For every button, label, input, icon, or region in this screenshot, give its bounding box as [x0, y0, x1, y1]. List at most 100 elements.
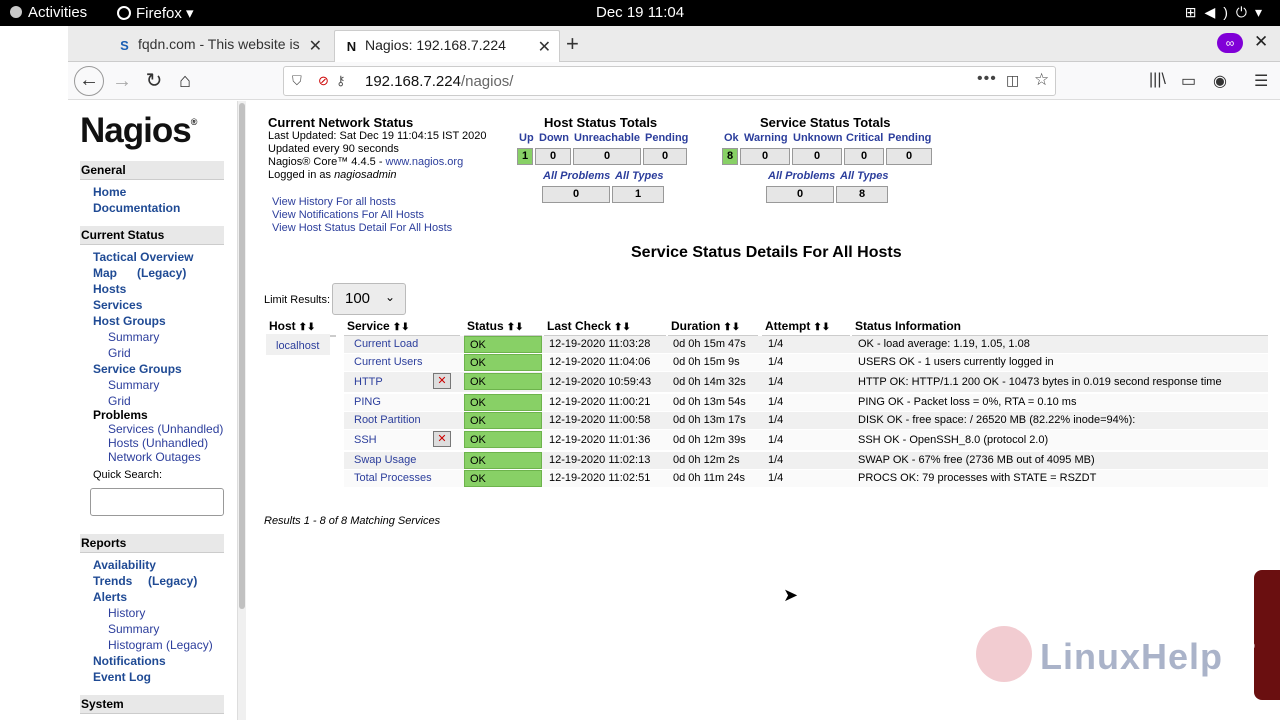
page-actions-icon[interactable]: •••: [977, 70, 997, 88]
nav-alerts-history[interactable]: History: [108, 606, 145, 620]
svc-warning-count[interactable]: 0: [740, 148, 790, 165]
sort-icon[interactable]: ⬆⬇: [813, 322, 830, 333]
problem-services-unhandled[interactable]: Unhandled: [161, 422, 219, 436]
nav-trends[interactable]: Trends: [93, 574, 132, 588]
service-root-partition[interactable]: Root Partition: [354, 414, 421, 426]
clock[interactable]: Dec 19 11:04: [596, 4, 684, 21]
nav-map-legacy[interactable]: (Legacy): [137, 266, 186, 280]
nav-alerts-summary[interactable]: Summary: [108, 622, 159, 636]
close-tab-icon[interactable]: ✕: [538, 37, 551, 57]
nav-documentation[interactable]: Documentation: [93, 201, 180, 215]
sort-icon[interactable]: ⬆⬇: [614, 322, 631, 333]
host-up-label[interactable]: Up: [519, 132, 534, 144]
svc-ok-count[interactable]: 8: [722, 148, 738, 165]
tab-nagios[interactable]: N Nagios: 192.168.7.224 ✕: [334, 30, 560, 62]
quick-search-input[interactable]: [90, 488, 224, 516]
service-ssh[interactable]: SSH: [354, 434, 377, 446]
bookmark-star-icon[interactable]: ☆: [1034, 70, 1049, 90]
nagios-logo[interactable]: Nagios®: [80, 111, 197, 151]
nav-home[interactable]: Home: [93, 185, 126, 199]
svc-pending-count[interactable]: 0: [886, 148, 932, 165]
svc-problems-count[interactable]: 0: [766, 186, 834, 203]
svc-pending-label[interactable]: Pending: [888, 132, 931, 144]
svc-all-problems-label[interactable]: All Problems: [768, 170, 835, 182]
sidebar-toggle-icon[interactable]: ▭: [1181, 71, 1196, 91]
nagios-org-link[interactable]: www.nagios.org: [386, 156, 464, 168]
notifications-disabled-icon[interactable]: ✕: [433, 373, 451, 389]
window-close-icon[interactable]: ✕: [1254, 32, 1268, 52]
link-history[interactable]: View History For all hosts: [272, 196, 396, 208]
host-problems-count[interactable]: 0: [542, 186, 610, 203]
host-all-types-label[interactable]: All Types: [615, 170, 664, 182]
problem-hosts-unhandled[interactable]: Unhandled: [146, 436, 204, 450]
nav-alerts-histogram[interactable]: Histogram (Legacy): [108, 638, 213, 652]
link-host-detail[interactable]: View Host Status Detail For All Hosts: [272, 222, 452, 234]
host-types-count[interactable]: 1: [612, 186, 664, 203]
nav-problem-services[interactable]: Services (Unhandled): [108, 422, 223, 436]
back-icon[interactable]: ←: [74, 66, 104, 96]
sort-icon[interactable]: ⬆⬇: [507, 322, 524, 333]
page-tour-button[interactable]: Page Tour: [1240, 570, 1280, 700]
host-unreachable-label[interactable]: Unreachable: [574, 132, 640, 144]
nav-service-groups[interactable]: Service Groups: [93, 362, 182, 376]
svc-critical-count[interactable]: 0: [844, 148, 884, 165]
tab-fqdn[interactable]: S fqdn.com - This website is ✕: [108, 30, 330, 62]
scrollbar-thumb[interactable]: [239, 103, 245, 609]
svc-all-types-label[interactable]: All Types: [840, 170, 889, 182]
host-all-problems-label[interactable]: All Problems: [543, 170, 610, 182]
nav-hosts[interactable]: Hosts: [93, 282, 126, 296]
service-swap-usage[interactable]: Swap Usage: [354, 454, 416, 466]
forward-icon[interactable]: →: [108, 68, 136, 96]
shield-icon[interactable]: ⛉: [292, 73, 302, 89]
nav-hg-grid[interactable]: Grid: [108, 346, 131, 360]
system-tray[interactable]: ⊞◀)⏻▾: [1185, 4, 1270, 21]
host-up-count[interactable]: 1: [517, 148, 533, 165]
svc-warning-label[interactable]: Warning: [744, 132, 788, 144]
home-icon[interactable]: ⌂: [171, 68, 199, 96]
nav-notifications[interactable]: Notifications: [93, 654, 166, 668]
account-icon[interactable]: ◉: [1213, 71, 1227, 91]
host-pending-label[interactable]: Pending: [645, 132, 688, 144]
close-tab-icon[interactable]: ✕: [309, 36, 322, 56]
svc-unknown-count[interactable]: 0: [792, 148, 842, 165]
link-notifications[interactable]: View Notifications For All Hosts: [272, 209, 424, 221]
host-down-label[interactable]: Down: [539, 132, 569, 144]
nav-tactical-overview[interactable]: Tactical Overview: [93, 250, 194, 264]
svc-ok-label[interactable]: Ok: [724, 132, 739, 144]
hamburger-menu-icon[interactable]: ☰: [1254, 71, 1268, 91]
new-tab-icon[interactable]: +: [566, 31, 579, 57]
notifications-disabled-icon[interactable]: ✕: [433, 431, 451, 447]
nav-event-log[interactable]: Event Log: [93, 670, 151, 684]
service-http[interactable]: HTTP: [354, 376, 383, 388]
service-total-processes[interactable]: Total Processes: [354, 472, 432, 484]
nav-availability[interactable]: Availability: [93, 558, 156, 572]
key-icon[interactable]: ⚷: [336, 73, 346, 89]
sort-icon[interactable]: ⬆⬇: [299, 322, 316, 333]
svc-unknown-label[interactable]: Unknown: [793, 132, 843, 144]
nav-network-outages[interactable]: Network Outages: [108, 450, 201, 464]
url-text[interactable]: 192.168.7.224/nagios/: [365, 73, 513, 90]
svc-types-count[interactable]: 8: [836, 186, 888, 203]
url-bar[interactable]: ⛉ ⊘ ⚷ 192.168.7.224/nagios/ ••• ◫ ☆: [283, 66, 1056, 96]
host-localhost[interactable]: localhost: [266, 334, 330, 355]
nav-sg-grid[interactable]: Grid: [108, 394, 131, 408]
service-current-users[interactable]: Current Users: [354, 356, 422, 368]
nav-alerts[interactable]: Alerts: [93, 590, 127, 604]
sidebar-scrollbar[interactable]: [237, 101, 246, 720]
host-down-count[interactable]: 0: [535, 148, 571, 165]
host-unreachable-count[interactable]: 0: [573, 148, 641, 165]
nav-problem-hosts[interactable]: Hosts (Unhandled): [108, 436, 208, 450]
nav-trends-legacy[interactable]: (Legacy): [148, 574, 197, 588]
nav-sg-summary[interactable]: Summary: [108, 378, 159, 392]
nav-map[interactable]: Map: [93, 266, 117, 280]
service-current-load[interactable]: Current Load: [354, 338, 418, 350]
sort-icon[interactable]: ⬆⬇: [723, 322, 740, 333]
nav-services[interactable]: Services: [93, 298, 142, 312]
nav-hg-summary[interactable]: Summary: [108, 330, 159, 344]
svc-critical-label[interactable]: Critical: [846, 132, 883, 144]
reload-icon[interactable]: ↻: [140, 68, 168, 96]
nav-host-groups[interactable]: Host Groups: [93, 314, 166, 328]
app-menu[interactable]: Firefox ▾: [117, 4, 194, 22]
service-ping[interactable]: PING: [354, 396, 381, 408]
sort-icon[interactable]: ⬆⬇: [393, 322, 410, 333]
